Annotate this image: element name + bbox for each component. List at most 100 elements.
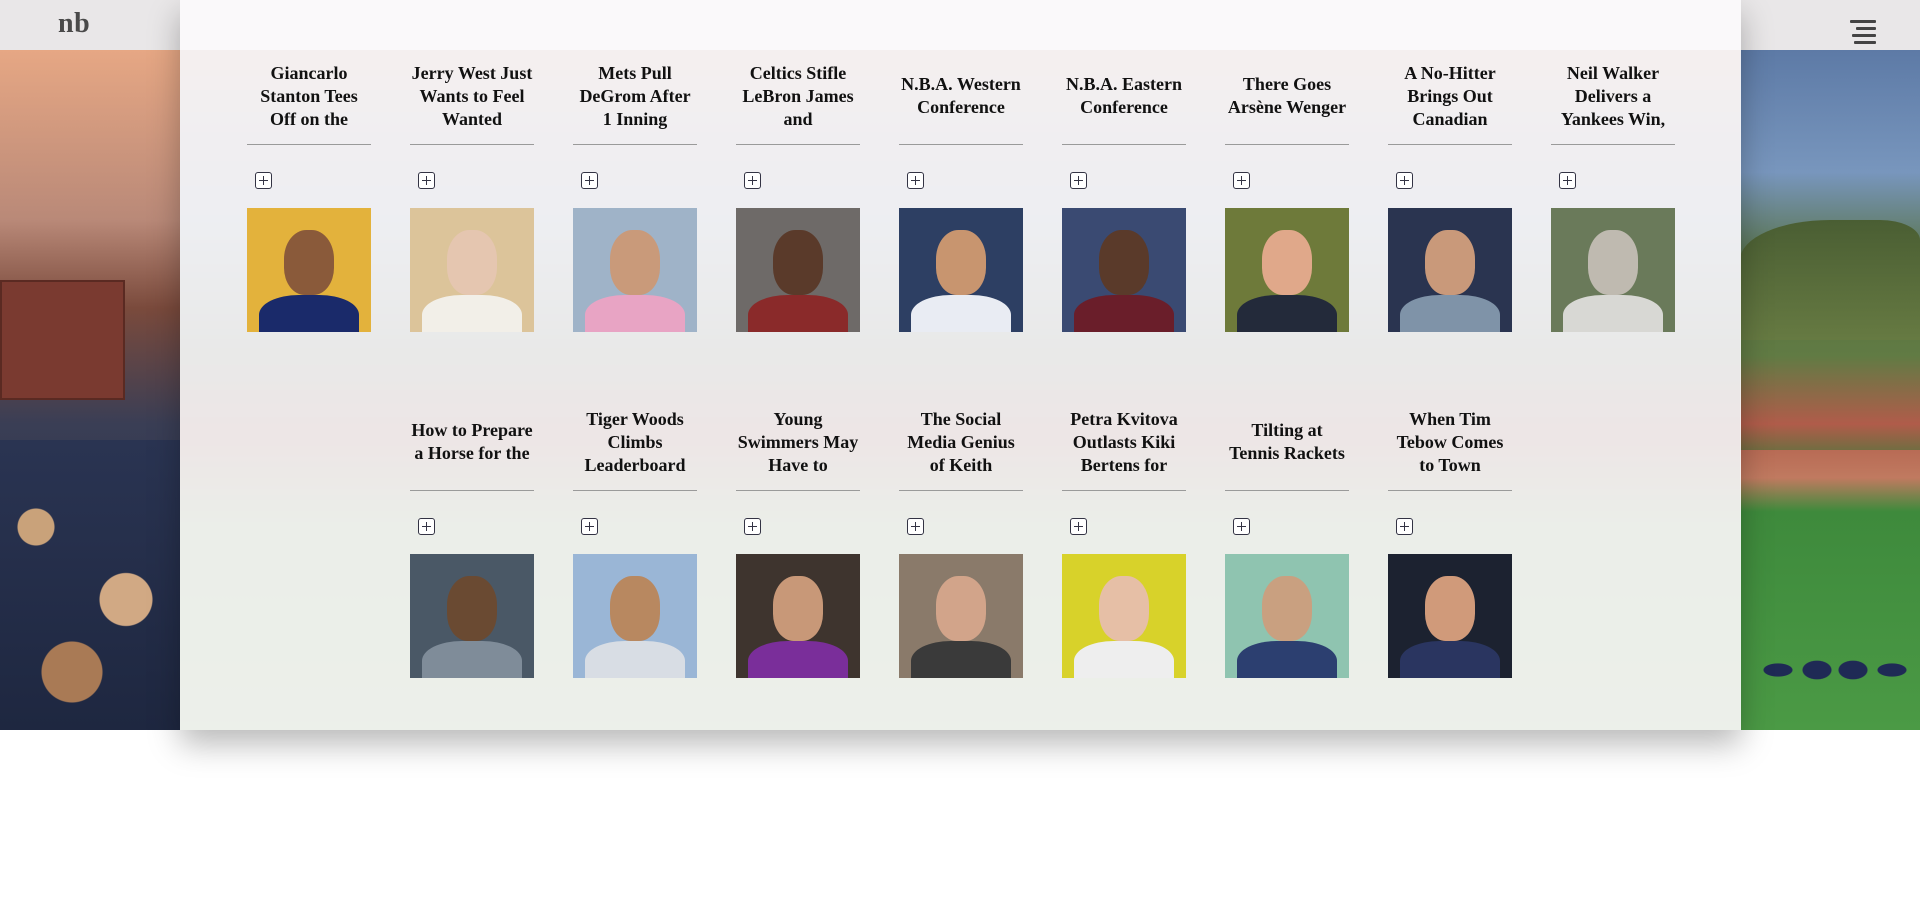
article-title[interactable]: Young Swimmers May Have to [736,406,860,478]
article-title[interactable]: N.B.A. Eastern Conference [1062,60,1186,132]
thumbnail-figure-body [911,640,1011,678]
logo[interactable]: nb [58,8,90,40]
plus-square-icon[interactable] [1396,172,1413,189]
article-thumbnail[interactable] [1062,554,1186,678]
article-title[interactable]: A No-Hitter Brings Out Canadian [1388,60,1512,132]
thumbnail-figure-head [1425,230,1475,295]
article-thumbnail[interactable] [1388,208,1512,332]
divider [1062,144,1186,145]
article-title[interactable]: Celtics Stifle LeBron James and [736,60,860,132]
article-title[interactable]: Mets Pull DeGrom After 1 Inning [573,60,697,132]
article-card[interactable]: Jerry West Just Wants to Feel Wanted [410,60,534,332]
article-card[interactable]: Tiger Woods Climbs Leaderboard [573,406,697,678]
divider [1225,144,1349,145]
divider [736,144,860,145]
background-building [0,280,125,400]
thumbnail-figure-head [1262,230,1312,295]
thumbnail-figure-head [773,230,823,295]
article-thumbnail[interactable] [573,208,697,332]
plus-square-icon[interactable] [255,172,272,189]
thumbnail-figure-body [748,640,848,678]
article-thumbnail[interactable] [1062,208,1186,332]
article-title[interactable]: Jerry West Just Wants to Feel Wanted [410,60,534,132]
article-title[interactable]: When Tim Tebow Comes to Town [1388,406,1512,478]
article-card[interactable]: Tilting at Tennis Rackets [1225,406,1349,678]
thumbnail-figure-head [447,230,497,295]
plus-square-icon[interactable] [418,172,435,189]
hamburger-menu-icon[interactable] [1846,18,1876,44]
article-thumbnail[interactable] [1225,208,1349,332]
article-title[interactable]: Tiger Woods Climbs Leaderboard [573,406,697,478]
article-card[interactable]: The Social Media Genius of Keith [899,406,1023,678]
article-thumbnail[interactable] [410,554,534,678]
article-card[interactable]: How to Prepare a Horse for the [410,406,534,678]
thumbnail-figure-body [1400,294,1500,332]
article-card[interactable]: N.B.A. Eastern Conference [1062,60,1186,332]
article-title[interactable]: There Goes Arsène Wenger [1225,60,1349,132]
article-card[interactable]: Petra Kvitova Outlasts Kiki Bertens for [1062,406,1186,678]
plus-square-icon[interactable] [1396,518,1413,535]
article-card[interactable]: There Goes Arsène Wenger [1225,60,1349,332]
article-thumbnail[interactable] [247,208,371,332]
thumbnail-figure-body [422,640,522,678]
plus-square-icon[interactable] [1233,518,1250,535]
article-title[interactable]: N.B.A. Western Conference [899,60,1023,132]
thumbnail-figure-head [936,230,986,295]
article-thumbnail[interactable] [1388,554,1512,678]
thumbnail-figure-head [936,576,986,641]
article-card[interactable]: Celtics Stifle LeBron James and [736,60,860,332]
article-thumbnail[interactable] [736,208,860,332]
article-thumbnail[interactable] [899,554,1023,678]
plus-square-icon[interactable] [581,172,598,189]
plus-square-icon[interactable] [907,518,924,535]
divider [1225,490,1349,491]
article-title[interactable]: How to Prepare a Horse for the [410,406,534,478]
thumbnail-figure-body [748,294,848,332]
thumbnail-figure-body [422,294,522,332]
thumbnail-figure-body [1074,294,1174,332]
article-thumbnail[interactable] [410,208,534,332]
article-title[interactable]: Giancarlo Stanton Tees Off on the [247,60,371,132]
article-thumbnail[interactable] [1225,554,1349,678]
plus-square-icon[interactable] [1559,172,1576,189]
divider [247,144,371,145]
article-thumbnail[interactable] [1551,208,1675,332]
article-card[interactable]: A No-Hitter Brings Out Canadian [1388,60,1512,332]
article-thumbnail[interactable] [736,554,860,678]
thumbnail-figure-head [1425,576,1475,641]
thumbnail-figure-body [1237,640,1337,678]
thumbnail-figure-head [610,230,660,295]
divider [899,144,1023,145]
plus-square-icon[interactable] [907,172,924,189]
article-card[interactable]: When Tim Tebow Comes to Town [1388,406,1512,678]
divider [573,144,697,145]
plus-square-icon[interactable] [744,518,761,535]
thumbnail-figure-body [585,640,685,678]
article-card[interactable]: Giancarlo Stanton Tees Off on the [247,60,371,332]
thumbnail-figure-body [1074,640,1174,678]
article-card[interactable]: Mets Pull DeGrom After 1 Inning [573,60,697,332]
article-card[interactable]: N.B.A. Western Conference [899,60,1023,332]
thumbnail-figure-body [259,294,359,332]
plus-square-icon[interactable] [581,518,598,535]
plus-square-icon[interactable] [1070,518,1087,535]
thumbnail-figure-body [585,294,685,332]
thumbnail-figure-body [1237,294,1337,332]
plus-square-icon[interactable] [1233,172,1250,189]
background-left-crowd [0,50,180,730]
divider [1388,490,1512,491]
article-title[interactable]: Petra Kvitova Outlasts Kiki Bertens for [1062,406,1186,478]
article-card[interactable]: Young Swimmers May Have to [736,406,860,678]
plus-square-icon[interactable] [418,518,435,535]
thumbnail-figure-head [773,576,823,641]
article-title[interactable]: The Social Media Genius of Keith [899,406,1023,478]
article-thumbnail[interactable] [899,208,1023,332]
article-title[interactable]: Neil Walker Delivers a Yankees Win, [1551,60,1675,132]
article-card[interactable]: Neil Walker Delivers a Yankees Win, [1551,60,1675,332]
articles-panel: Giancarlo Stanton Tees Off on the Jerry W… [180,0,1741,730]
plus-square-icon[interactable] [744,172,761,189]
article-thumbnail[interactable] [573,554,697,678]
article-title[interactable]: Tilting at Tennis Rackets [1225,406,1349,478]
plus-square-icon[interactable] [1070,172,1087,189]
divider [899,490,1023,491]
